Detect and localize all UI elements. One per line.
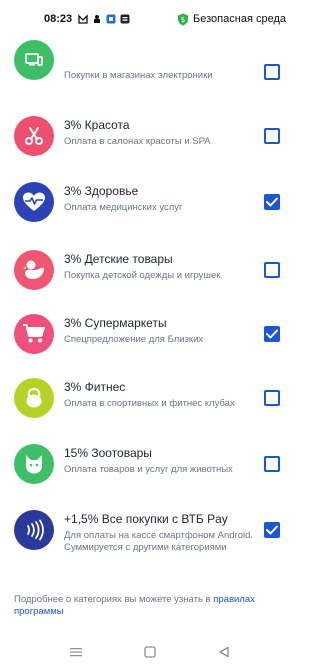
home-icon bbox=[144, 645, 156, 658]
category-description: Покупки в магазинах электроники bbox=[64, 70, 213, 81]
category-icon-circle bbox=[14, 510, 54, 550]
category-checkbox[interactable] bbox=[264, 64, 280, 80]
status-icons bbox=[78, 14, 130, 24]
shield-icon: $ bbox=[178, 13, 189, 25]
category-title: +1,5% Все покупки с ВТБ Pay bbox=[64, 512, 228, 526]
electronics-icon bbox=[25, 53, 43, 66]
duck-icon bbox=[23, 260, 44, 279]
category-checkbox[interactable] bbox=[264, 390, 280, 406]
contactless-icon bbox=[27, 519, 44, 541]
category-title: 3% Красота bbox=[64, 118, 130, 132]
category-checkbox-checked[interactable] bbox=[264, 194, 280, 210]
checkmark-icon bbox=[266, 329, 278, 339]
gmail-icon bbox=[78, 14, 88, 24]
category-description: Оплата в салонах красоты и SPA bbox=[64, 136, 211, 147]
category-checkbox[interactable] bbox=[264, 456, 280, 472]
secure-environment-indicator: $ Безопасная среда bbox=[177, 13, 286, 26]
category-checkbox[interactable] bbox=[264, 262, 280, 278]
cart-icon bbox=[23, 324, 45, 343]
category-description: Для оплаты на кассе смартфоном Android. … bbox=[64, 530, 254, 553]
status-time: 08:23 bbox=[44, 13, 73, 25]
system-back-button[interactable] bbox=[216, 644, 232, 660]
system-nav-bar bbox=[0, 636, 300, 667]
heart-pulse-icon bbox=[23, 192, 45, 211]
kettlebell-icon bbox=[26, 387, 42, 408]
category-title: 3% Супермаркеты bbox=[64, 316, 167, 330]
category-icon-circle bbox=[14, 250, 54, 290]
category-title: 15% Зоотовары bbox=[64, 446, 152, 460]
category-description: Спецпредложение для Близких bbox=[64, 334, 204, 345]
cat-icon bbox=[26, 455, 42, 474]
home-button[interactable] bbox=[142, 644, 158, 660]
category-icon-circle bbox=[14, 182, 54, 222]
svg-text:$: $ bbox=[181, 16, 185, 24]
category-icon-circle bbox=[14, 444, 54, 484]
category-description: Оплата в спортивных и фитнес клубах bbox=[64, 398, 235, 409]
menu-icon bbox=[70, 647, 82, 656]
category-title: 3% Здоровье bbox=[64, 184, 139, 198]
category-description: Оплата медицинских услуг bbox=[64, 202, 183, 213]
category-checkbox[interactable] bbox=[264, 128, 280, 144]
checkmark-icon bbox=[266, 197, 278, 207]
app-icon bbox=[106, 14, 116, 24]
scissors-icon bbox=[25, 127, 43, 145]
secure-label: Безопасная среда bbox=[193, 13, 286, 25]
checkmark-icon bbox=[266, 525, 278, 535]
footer-text: Подробнее о категориях вы можете узнать … bbox=[14, 594, 214, 605]
notification-icon bbox=[94, 15, 101, 23]
category-icon-circle bbox=[14, 40, 54, 80]
category-checkbox-checked[interactable] bbox=[264, 522, 280, 538]
menu-button[interactable] bbox=[68, 644, 84, 660]
status-bar: 08:23 $ Безопасная среда bbox=[0, 0, 300, 38]
footer-note: Подробнее о категориях вы можете узнать … bbox=[14, 594, 286, 618]
category-description: Оплата товаров и услуг для животных bbox=[64, 464, 233, 475]
category-icon-circle bbox=[14, 116, 54, 156]
category-checkbox-checked[interactable] bbox=[264, 326, 280, 342]
app-icon bbox=[120, 14, 130, 24]
category-title: 3% Фитнес bbox=[64, 380, 126, 394]
back-icon bbox=[219, 646, 229, 657]
category-description: Покупка детской одежды и игрушек bbox=[64, 270, 221, 281]
category-icon-circle bbox=[14, 378, 54, 418]
category-title: 3% Детские товары bbox=[64, 252, 173, 266]
category-icon-circle bbox=[14, 314, 54, 354]
